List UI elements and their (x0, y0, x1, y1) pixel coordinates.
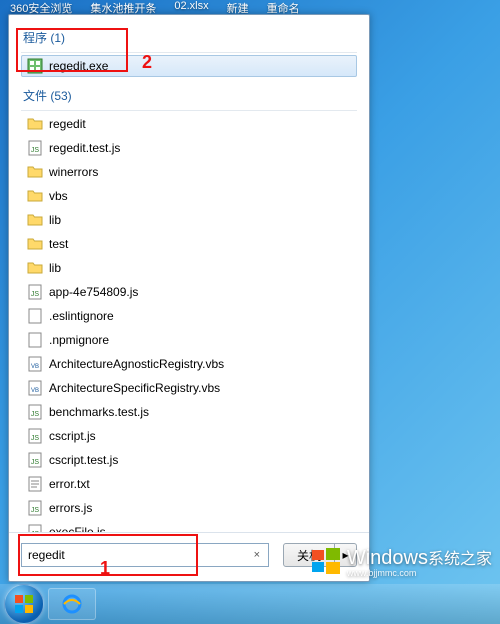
file-result-row[interactable]: JS execFile.js (21, 521, 357, 532)
folder-icon (27, 164, 43, 180)
result-label: test (49, 237, 68, 251)
file-icon (27, 332, 43, 348)
start-button[interactable] (4, 584, 44, 624)
js-icon: JS (27, 404, 43, 420)
js-icon: JS (27, 524, 43, 532)
file-result-row[interactable]: .eslintignore (21, 305, 357, 327)
vbs-icon: VB (27, 356, 43, 372)
result-label: errors.js (49, 501, 92, 515)
file-result-row[interactable]: JS cscript.js (21, 425, 357, 447)
result-label: regedit (49, 117, 86, 131)
vbs-icon: VB (27, 380, 43, 396)
svg-text:JS: JS (31, 435, 40, 442)
windows-logo-icon (311, 547, 341, 577)
ie-icon (61, 593, 83, 615)
desktop-icon-row: 360安全浏览 集水池推开条 02.xlsx 新建 重命名 (0, 0, 500, 14)
file-result-row[interactable]: winerrors (21, 161, 357, 183)
result-label: ArchitectureSpecificRegistry.vbs (49, 381, 220, 395)
js-icon: JS (27, 140, 43, 156)
file-result-row[interactable]: regedit (21, 113, 357, 135)
desktop-icon-label[interactable]: 重命名 (267, 0, 300, 14)
file-result-row[interactable]: test (21, 233, 357, 255)
result-label: .npmignore (49, 333, 109, 347)
svg-text:JS: JS (31, 291, 40, 298)
file-result-row[interactable]: JS app-4e754809.js (21, 281, 357, 303)
start-menu-search-panel: 程序 (1) regedit.exe 文件 (53) regeditJSrege… (8, 14, 370, 582)
js-icon: JS (27, 500, 43, 516)
file-result-row[interactable]: VB ArchitectureAgnosticRegistry.vbs (21, 353, 357, 375)
result-label: cscript.test.js (49, 453, 118, 467)
watermark-url: www.bjjmmc.com (347, 568, 492, 578)
svg-text:VB: VB (31, 388, 39, 394)
desktop-icon-label[interactable]: 360安全浏览 (10, 0, 72, 14)
result-label: benchmarks.test.js (49, 405, 149, 419)
result-label: vbs (49, 189, 68, 203)
file-result-row[interactable]: lib (21, 209, 357, 231)
windows-logo-icon (13, 593, 35, 615)
file-result-row[interactable]: JS regedit.test.js (21, 137, 357, 159)
search-field[interactable]: × (21, 543, 269, 567)
program-result-regedit[interactable]: regedit.exe (21, 55, 357, 77)
desktop-icon-label[interactable]: 新建 (227, 0, 249, 14)
folder-icon (27, 116, 43, 132)
search-input[interactable] (26, 546, 250, 564)
desktop-icon-label[interactable]: 02.xlsx (174, 0, 208, 14)
file-result-row[interactable]: VB ArchitectureSpecificRegistry.vbs (21, 377, 357, 399)
programs-section-header: 程序 (1) (21, 25, 357, 53)
clear-search-button[interactable]: × (250, 549, 264, 561)
regedit-icon (27, 58, 43, 74)
folder-icon (27, 188, 43, 204)
taskbar (0, 584, 500, 624)
desktop-icon-label[interactable]: 集水池推开条 (90, 0, 156, 14)
file-results-list: regedit JS regedit.test.js winerrors vbs lib t… (21, 113, 357, 532)
files-section-header: 文件 (53) (21, 83, 357, 111)
js-icon: JS (27, 284, 43, 300)
svg-text:VB: VB (31, 364, 39, 370)
file-result-row[interactable]: .npmignore (21, 329, 357, 351)
result-label: lib (49, 261, 61, 275)
result-label: winerrors (49, 165, 98, 179)
file-result-row[interactable]: lib (21, 257, 357, 279)
js-icon: JS (27, 428, 43, 444)
file-result-row[interactable]: JS cscript.test.js (21, 449, 357, 471)
result-label: .eslintignore (49, 309, 114, 323)
svg-text:JS: JS (31, 507, 40, 514)
js-icon: JS (27, 452, 43, 468)
folder-icon (27, 260, 43, 276)
file-icon (27, 308, 43, 324)
file-result-row[interactable]: vbs (21, 185, 357, 207)
svg-text:JS: JS (31, 459, 40, 466)
result-label: regedit.exe (49, 59, 108, 73)
result-label: ArchitectureAgnosticRegistry.vbs (49, 357, 224, 371)
folder-icon (27, 236, 43, 252)
result-label: cscript.js (49, 429, 96, 443)
svg-text:JS: JS (31, 147, 40, 154)
result-label: regedit.test.js (49, 141, 120, 155)
taskbar-ie-button[interactable] (48, 588, 96, 620)
result-label: error.txt (49, 477, 90, 491)
result-label: app-4e754809.js (49, 285, 138, 299)
svg-text:JS: JS (31, 411, 40, 418)
txt-icon (27, 476, 43, 492)
watermark: Windows系统之家 www.bjjmmc.com (311, 545, 492, 578)
result-label: lib (49, 213, 61, 227)
file-result-row[interactable]: JS errors.js (21, 497, 357, 519)
watermark-brand: Windows (347, 547, 428, 569)
watermark-suffix: 系统之家 (428, 551, 492, 568)
folder-icon (27, 212, 43, 228)
file-result-row[interactable]: JS benchmarks.test.js (21, 401, 357, 423)
file-result-row[interactable]: error.txt (21, 473, 357, 495)
result-label: execFile.js (49, 525, 106, 532)
